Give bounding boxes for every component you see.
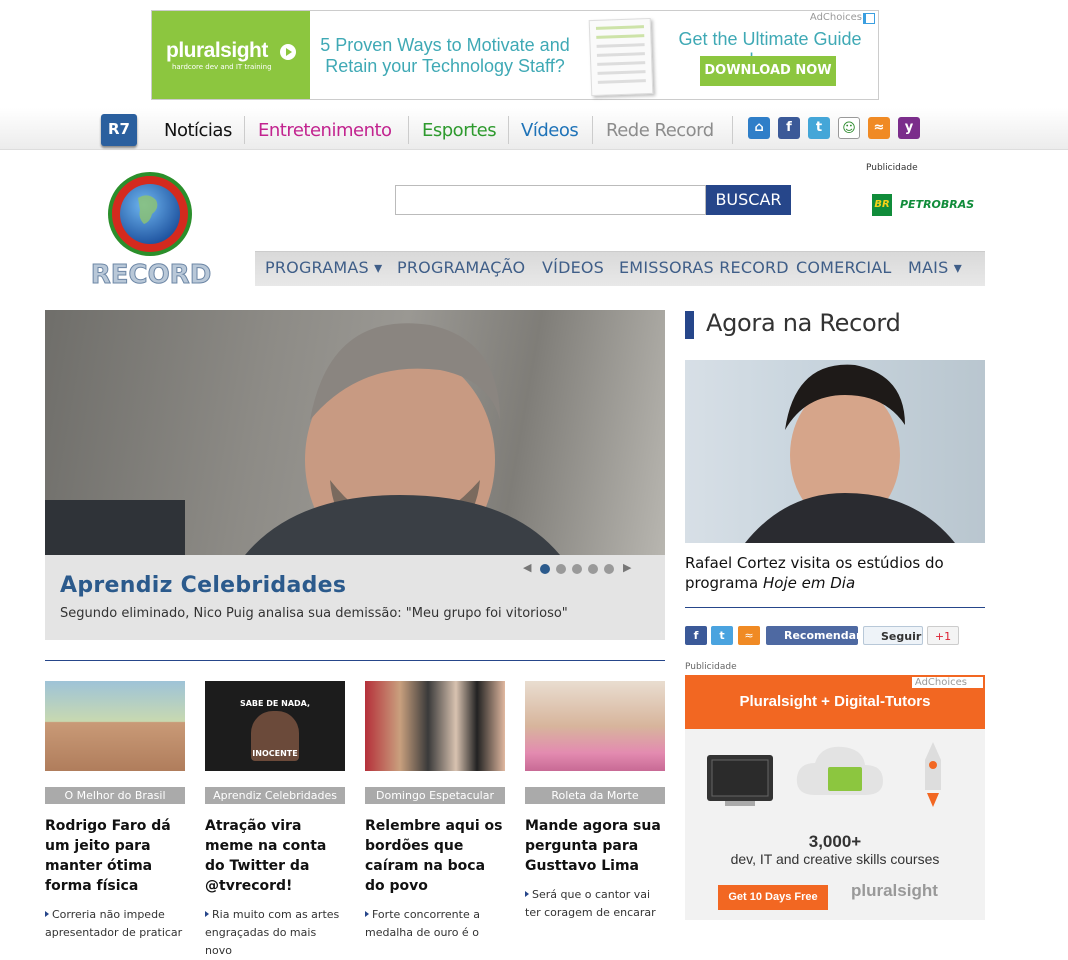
carousel-prev-icon[interactable]: ◀: [523, 561, 531, 574]
nav-divider: [592, 116, 593, 144]
nav-esportes[interactable]: Esportes: [422, 120, 497, 141]
card-title[interactable]: Mande agora sua pergunta para Gusttavo L…: [525, 816, 665, 876]
meme-top-text: SABE DE NADA,: [239, 699, 311, 708]
nav-divider: [508, 116, 509, 144]
hero-carousel[interactable]: Aprendiz Celebridades Segundo eliminado,…: [45, 310, 665, 640]
carousel-dot[interactable]: [588, 564, 598, 574]
record-logo[interactable]: RECORD: [90, 168, 212, 290]
news-card[interactable]: SABE DE NADA, INOCENTE Aprendiz Celebrid…: [205, 681, 345, 960]
section-divider: [45, 660, 665, 661]
mobile-icon[interactable]: ☺: [838, 117, 860, 139]
agora-divider: [685, 607, 985, 608]
nav-videos[interactable]: Vídeos: [521, 120, 579, 141]
r7-logo[interactable]: R7: [101, 114, 137, 146]
twitter-follow-button[interactable]: Seguir: [863, 626, 923, 645]
nav-noticias[interactable]: Notícias: [164, 120, 232, 141]
home-icon[interactable]: ⌂: [748, 117, 770, 139]
agora-caption[interactable]: Rafael Cortez visita os estúdios do prog…: [685, 553, 985, 593]
card-summary[interactable]: Ria muito com as artes engraçadas do mai…: [205, 906, 345, 960]
nav-programas[interactable]: PROGRAMAS ▾: [265, 258, 382, 277]
nav-divider: [244, 116, 245, 144]
carousel-dot[interactable]: [556, 564, 566, 574]
ad-brand-panel: pluralsight hardcore dev and IT training: [152, 11, 310, 99]
nav-programacao[interactable]: PROGRAMAÇÃO: [397, 258, 525, 277]
search-button[interactable]: BUSCAR: [706, 185, 791, 215]
ad-tagline: hardcore dev and IT training: [172, 63, 272, 71]
share-rss-icon[interactable]: ≈: [738, 626, 760, 645]
nav-divider: [732, 116, 733, 144]
card-category[interactable]: Roleta da Morte: [525, 787, 665, 804]
card-summary[interactable]: Forte concorrente a medalha de ouro é o: [365, 906, 505, 942]
facebook-icon[interactable]: f: [778, 117, 800, 139]
side-ad-count: 3,000+: [808, 832, 862, 851]
section-accent-bar: [685, 311, 694, 339]
nav-rede-record[interactable]: Rede Record: [606, 120, 714, 141]
yahoo-icon[interactable]: y: [898, 117, 920, 139]
card-thumbnail[interactable]: [45, 681, 185, 771]
publicidade-label: Publicidade: [866, 163, 918, 173]
side-ad-illustration: [707, 742, 941, 807]
card-thumbnail[interactable]: [365, 681, 505, 771]
carousel-dot[interactable]: [604, 564, 614, 574]
publicidade-label: Publicidade: [685, 662, 737, 672]
carousel-next-icon[interactable]: ▶: [623, 561, 631, 574]
record-logo-text: RECORD: [91, 260, 212, 290]
card-thumbnail[interactable]: SABE DE NADA, INOCENTE: [205, 681, 345, 771]
petrobras-ad[interactable]: BR PETROBRAS: [872, 194, 982, 218]
carousel-dot-active[interactable]: [540, 564, 550, 574]
petrobras-name: PETROBRAS: [900, 198, 975, 211]
share-facebook-icon[interactable]: f: [685, 626, 707, 645]
ad-headline: 5 Proven Ways to Motivate and Retain you…: [320, 35, 570, 76]
agora-image[interactable]: [685, 360, 985, 543]
gplus-button[interactable]: +1: [927, 626, 959, 645]
card-title[interactable]: Atração vira meme na conta do Twitter da…: [205, 816, 345, 896]
card-thumbnail[interactable]: [525, 681, 665, 771]
recomendar-button[interactable]: Recomendar: [766, 626, 861, 645]
news-card[interactable]: Roleta da Morte Mande agora sua pergunta…: [525, 681, 665, 922]
hero-subtitle[interactable]: Segundo eliminado, Nico Puig analisa sua…: [60, 606, 568, 621]
hero-portrait: [45, 323, 560, 570]
side-adchoices-link[interactable]: AdChoices: [911, 677, 983, 688]
card-category[interactable]: O Melhor do Brasil: [45, 787, 185, 804]
nav-emissoras[interactable]: EMISSORAS RECORD: [619, 258, 789, 277]
top-banner-ad[interactable]: pluralsight hardcore dev and IT training…: [151, 10, 879, 100]
nav-entretenimento[interactable]: Entretenimento: [258, 120, 392, 141]
agora-na-record-title: Agora na Record: [706, 309, 901, 337]
search-input[interactable]: [395, 185, 706, 215]
card-category[interactable]: Domingo Espetacular: [365, 787, 505, 804]
carousel-dot[interactable]: [572, 564, 582, 574]
hero-title[interactable]: Aprendiz Celebridades: [60, 573, 346, 598]
rss-icon[interactable]: ≈: [868, 117, 890, 139]
card-title[interactable]: Rodrigo Faro dá um jeito para manter óti…: [45, 816, 185, 896]
adchoices-link[interactable]: AdChoices: [805, 11, 878, 24]
ad-brand: pluralsight: [166, 39, 268, 62]
agora-caption-program[interactable]: Hoje em Dia: [763, 574, 855, 592]
get-10-days-free-button[interactable]: Get 10 Days Free: [718, 885, 828, 910]
guide-document-image: [588, 17, 654, 97]
hero-image[interactable]: [45, 310, 665, 570]
side-ad-brand: pluralsight: [851, 881, 938, 900]
card-summary[interactable]: Será que o cantor vai ter coragem de enc…: [525, 886, 665, 922]
card-category[interactable]: Aprendiz Celebridades: [205, 787, 345, 804]
share-twitter-icon[interactable]: t: [711, 626, 733, 645]
news-card[interactable]: O Melhor do Brasil Rodrigo Faro dá um je…: [45, 681, 185, 942]
side-ad[interactable]: Pluralsight + Digital-Tutors AdChoices 3…: [685, 675, 985, 920]
download-now-button[interactable]: DOWNLOAD NOW: [700, 56, 836, 86]
side-ad-description: dev, IT and creative skills courses: [730, 851, 940, 867]
nav-videos-record[interactable]: VÍDEOS: [542, 258, 604, 277]
play-icon: [280, 44, 296, 60]
card-title[interactable]: Relembre aqui os bordões que caíram na b…: [365, 816, 505, 896]
news-card[interactable]: Domingo Espetacular Relembre aqui os bor…: [365, 681, 505, 942]
agora-portrait: [745, 364, 955, 543]
petrobras-br-mark: BR: [872, 194, 892, 216]
card-summary[interactable]: Correria não impede apresentador de prat…: [45, 906, 185, 942]
nav-mais[interactable]: MAIS ▾: [908, 258, 962, 277]
nav-comercial[interactable]: COMERCIAL: [796, 258, 892, 277]
twitter-icon[interactable]: t: [808, 117, 830, 139]
meme-bottom-text: INOCENTE: [252, 749, 298, 758]
nav-divider: [408, 116, 409, 144]
